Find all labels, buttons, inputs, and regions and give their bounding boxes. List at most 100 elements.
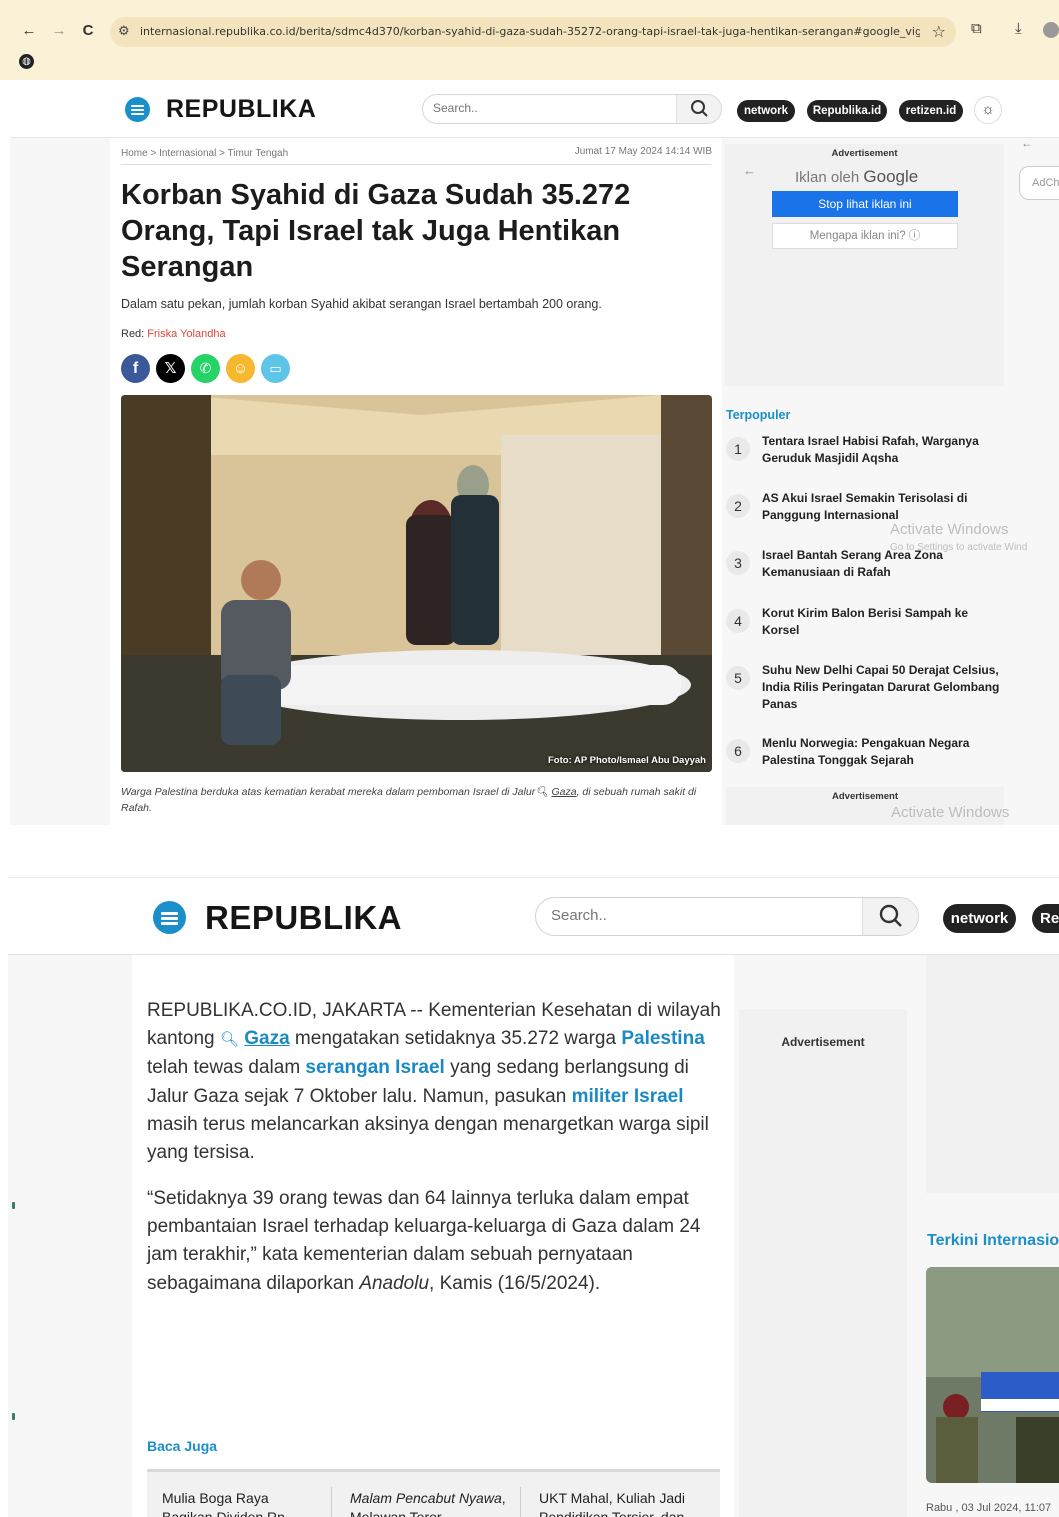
paragraph-text: , Kamis (16/5/2024). bbox=[429, 1272, 601, 1294]
download-icon[interactable]: ⤓ bbox=[1015, 20, 1022, 37]
search-button[interactable] bbox=[862, 898, 918, 935]
site-settings-icon[interactable]: ⚙ bbox=[118, 23, 130, 39]
nav-pill-network[interactable]: network bbox=[737, 100, 795, 122]
popular-title[interactable]: Korut Kirim Balon Berisi Sampah ke Korse… bbox=[762, 605, 1000, 639]
address-bar[interactable]: ⚙ internasional.republika.co.id/berita/s… bbox=[110, 17, 956, 47]
ad-label: Advertisement bbox=[832, 791, 898, 802]
editor-name[interactable]: Friska Yolandha bbox=[147, 328, 225, 340]
ad-back-icon[interactable]: ← bbox=[743, 163, 756, 178]
photo-caption: Warga Palestina berduka atas kematian ke… bbox=[121, 784, 706, 816]
x-twitter-icon[interactable]: 𝕏 bbox=[156, 354, 185, 383]
emoji-reaction-icon[interactable]: ☺ bbox=[226, 354, 255, 383]
divider bbox=[520, 1487, 521, 1517]
editor-label: Red: bbox=[121, 328, 148, 340]
inline-search-icon: 🔍︎ bbox=[219, 1031, 239, 1049]
search-input[interactable] bbox=[551, 907, 841, 924]
baca-juga-heading: Baca Juga bbox=[147, 1438, 218, 1454]
popular-title[interactable]: AS Akui Israel Semakin Terisolasi di Pan… bbox=[762, 490, 1000, 524]
comment-icon[interactable]: ▭ bbox=[261, 354, 290, 383]
caption-text: Warga Palestina berduka atas kematian ke… bbox=[121, 786, 536, 798]
popular-rank: 3 bbox=[726, 551, 750, 575]
search-box bbox=[422, 94, 722, 124]
nav-pill-retizen[interactable]: retizen.id bbox=[899, 100, 963, 122]
paragraph-text: telah tewas dalam bbox=[147, 1057, 306, 1079]
related-link[interactable]: Malam Pencabut Nyawa, Melawan Teror Mema… bbox=[350, 1489, 510, 1517]
article-photo[interactable]: Foto: AP Photo/Ismael Abu Dayyah bbox=[121, 395, 712, 772]
related-link[interactable]: UKT Mahal, Kuliah Jadi Pendidikan Tersie… bbox=[539, 1489, 699, 1517]
edge-marker bbox=[12, 1202, 15, 1209]
search-icon bbox=[691, 100, 708, 117]
article-header: Home > Internasional > Timur Tengah Juma… bbox=[110, 138, 722, 825]
breadcrumb[interactable]: Home > Internasional > Timur Tengah bbox=[121, 148, 288, 159]
whatsapp-icon[interactable]: ✆ bbox=[191, 354, 220, 383]
site-logo[interactable]: REPUBLIKA bbox=[205, 899, 402, 937]
related-link-italic: Malam Pencabut Nyawa bbox=[350, 1490, 502, 1506]
caption-link[interactable]: Gaza bbox=[551, 786, 576, 798]
globe-icon[interactable]: ◍ bbox=[19, 54, 34, 69]
ad-by-text: Iklan oleh bbox=[795, 169, 860, 186]
article-paragraph: REPUBLIKA.CO.ID, JAKARTA -- Kementerian … bbox=[147, 997, 727, 1167]
paragraph-text: mengatakan setidaknya 35.272 warga bbox=[289, 1028, 622, 1050]
divider bbox=[331, 1487, 332, 1517]
photo-illustration bbox=[121, 395, 712, 772]
paragraph-text: masih terus melancarkan aksinya dengan m… bbox=[147, 1113, 709, 1164]
search-icon bbox=[879, 904, 902, 927]
browser-chrome: ← → C ⚙ internasional.republika.co.id/be… bbox=[0, 0, 1059, 80]
url-text[interactable]: internasional.republika.co.id/berita/sdm… bbox=[140, 25, 920, 38]
inline-link-militer-israel[interactable]: militer Israel bbox=[572, 1086, 684, 1107]
popular-rank: 1 bbox=[726, 437, 750, 461]
forward-icon[interactable]: → bbox=[48, 20, 70, 42]
theme-toggle-icon[interactable]: ☼ bbox=[974, 96, 1002, 124]
screenshot-gap bbox=[0, 825, 1059, 877]
inline-link-gaza[interactable]: Gaza bbox=[244, 1028, 289, 1049]
side-back-icon[interactable]: ← bbox=[1021, 136, 1033, 150]
menu-icon[interactable] bbox=[125, 97, 150, 122]
popular-rank: 6 bbox=[726, 739, 750, 763]
popular-rank: 5 bbox=[726, 666, 750, 690]
popular-rank: 2 bbox=[726, 494, 750, 518]
article-lead: Dalam satu pekan, jumlah korban Syahid a… bbox=[121, 297, 602, 311]
article-editor: Red: Friska Yolandha bbox=[121, 328, 226, 340]
windows-watermark: Activate Windows bbox=[891, 804, 1010, 821]
popular-title[interactable]: Suhu New Delhi Capai 50 Derajat Celsius,… bbox=[762, 662, 1000, 713]
google-logo: Google bbox=[863, 167, 919, 186]
search-button[interactable] bbox=[676, 95, 721, 123]
nav-pill-republika-id[interactable]: Re bbox=[1032, 904, 1059, 933]
terkini-photo-illustration bbox=[926, 1267, 1059, 1483]
site-header: REPUBLIKA network Re bbox=[8, 878, 1059, 955]
page-screenshot-top: REPUBLIKA network Republika.id retizen.i… bbox=[10, 80, 1059, 825]
profile-avatar[interactable] bbox=[1043, 22, 1059, 38]
caption-search-icon: 🔍︎ bbox=[535, 786, 549, 798]
photo-credit: Foto: AP Photo/Ismael Abu Dayyah bbox=[547, 755, 706, 766]
reload-icon[interactable]: C bbox=[77, 20, 99, 42]
extensions-icon[interactable]: ⧉ bbox=[971, 20, 982, 37]
inline-link-serangan-israel[interactable]: serangan Israel bbox=[305, 1057, 444, 1078]
ad-label: Advertisement bbox=[831, 148, 898, 159]
windows-watermark-sub: Go to Settings to activate Wind bbox=[890, 542, 1028, 553]
terkini-heading[interactable]: Terkini Internasio bbox=[927, 1232, 1059, 1250]
nav-pill-network[interactable]: network bbox=[943, 904, 1016, 933]
ad-by-google: Iklan oleh Google bbox=[795, 167, 918, 187]
search-input[interactable] bbox=[433, 101, 663, 115]
popular-title[interactable]: Menlu Norwegia: Pengakuan Negara Palesti… bbox=[762, 735, 1000, 769]
popular-title[interactable]: Tentara Israel Habisi Rafah, Warganya Ge… bbox=[762, 433, 1000, 467]
stop-ad-button[interactable]: Stop lihat iklan ini bbox=[772, 191, 958, 217]
article-paragraph: “Setidaknya 39 orang tewas dan 64 lainny… bbox=[147, 1185, 727, 1298]
article-date: Jumat 17 May 2024 14:14 WIB bbox=[574, 146, 712, 157]
terkini-photo[interactable] bbox=[926, 1267, 1059, 1483]
site-logo[interactable]: REPUBLIKA bbox=[166, 95, 316, 124]
why-ad-button[interactable]: Mengapa iklan ini? ⓘ bbox=[772, 223, 958, 249]
bookmark-star-icon[interactable]: ☆ bbox=[932, 22, 946, 42]
menu-icon[interactable] bbox=[153, 901, 186, 934]
back-icon[interactable]: ← bbox=[18, 20, 40, 42]
related-link[interactable]: Mulia Boga Raya Bagikan Dividen Rp 79,5 … bbox=[162, 1489, 312, 1517]
popular-heading[interactable]: Terpopuler bbox=[726, 408, 790, 422]
site-header: REPUBLIKA network Republika.id retizen.i… bbox=[10, 80, 1059, 138]
ad-box: Advertisement bbox=[739, 1009, 907, 1517]
popular-rank: 4 bbox=[726, 609, 750, 633]
page-screenshot-bottom: REPUBLIKA network Re REPUBLIKA.CO.ID, JA… bbox=[8, 877, 1059, 1517]
nav-pill-republika-id[interactable]: Republika.id bbox=[807, 100, 887, 122]
facebook-icon[interactable]: f bbox=[121, 354, 150, 383]
inline-link-palestina[interactable]: Palestina bbox=[621, 1028, 704, 1049]
adchoices-tab[interactable]: AdCh bbox=[1019, 166, 1059, 200]
